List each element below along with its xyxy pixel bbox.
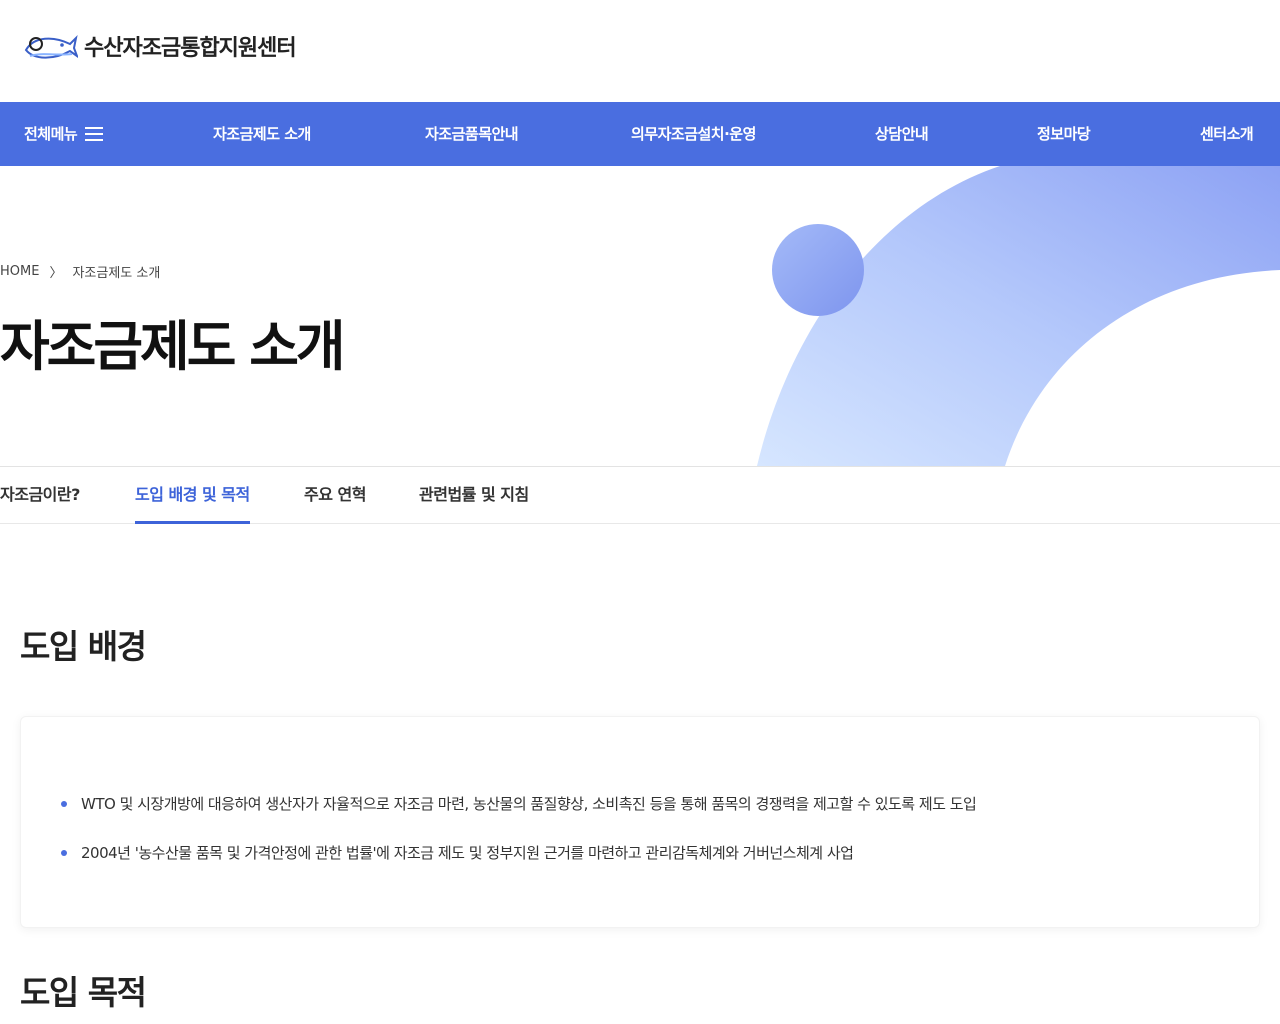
tab-history[interactable]: 주요 연혁 [304,467,366,524]
tab-what-is-subsidy[interactable]: 자조금이란? [0,467,80,524]
site-logo[interactable]: 수산자조금통합지원센터 [22,30,297,62]
all-menu-button[interactable]: 전체메뉴 [24,102,104,166]
nav-item-center-intro[interactable]: 센터소개 [1200,102,1254,166]
list-item: 2004년 '농수산물 품목 및 가격안정에 관한 법률'에 자조금 제도 및 … [61,842,854,863]
nav-item-subsidy-intro[interactable]: 자조금제도 소개 [213,102,311,166]
tab-background-purpose[interactable]: 도입 배경 및 목적 [135,467,250,524]
content-tabs: 자조금이란? 도입 배경 및 목적 주요 연혁 관련법률 및 지침 [0,466,1280,524]
background-card: WTO 및 시장개방에 대응하여 생산자가 자율적으로 자조금 마련, 농산물의… [20,716,1260,928]
section-title-purpose: 도입 목적 [20,973,147,1012]
breadcrumb: HOME 〉 자조금제도 소개 [0,262,160,281]
tab-laws-guidelines[interactable]: 관련법률 및 지침 [419,467,529,524]
bullet-dot [61,849,67,856]
site-header: 수산자조금통합지원센터 [0,0,1280,102]
chevron-right-icon: 〉 [49,266,63,281]
site-name: 수산자조금통합지원센터 [84,36,297,61]
hamburger-icon [85,127,104,141]
nav-item-subsidy-products[interactable]: 자조금품목안내 [425,102,519,166]
all-menu-label: 전체메뉴 [24,125,78,143]
fish-logo-icon [24,34,78,59]
section-title-background: 도입 배경 [20,627,147,666]
page-title: 자조금제도 소개 [0,315,346,378]
list-item-text: WTO 및 시장개방에 대응하여 생산자가 자율적으로 자조금 마련, 농산물의… [81,795,977,813]
breadcrumb-home[interactable]: HOME [0,264,39,279]
list-item-text: 2004년 '농수산물 품목 및 가격안정에 관한 법률'에 자조금 제도 및 … [81,844,854,862]
nav-item-mandatory-subsidy[interactable]: 의무자조금설치·운영 [631,102,756,166]
breadcrumb-current[interactable]: 자조금제도 소개 [72,262,160,281]
nav-item-info[interactable]: 정보마당 [1037,102,1091,166]
main-nav: 전체메뉴 자조금제도 소개 자조금품목안내 의무자조금설치·운영 상담안내 정보… [0,102,1280,166]
list-item: WTO 및 시장개방에 대응하여 생산자가 자율적으로 자조금 마련, 농산물의… [61,793,977,814]
nav-item-consultation[interactable]: 상담안내 [875,102,929,166]
bullet-dot [61,800,67,807]
page-hero: HOME 〉 자조금제도 소개 자조금제도 소개 [0,166,1280,466]
